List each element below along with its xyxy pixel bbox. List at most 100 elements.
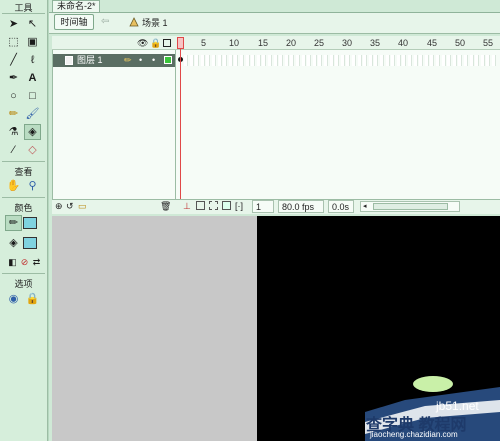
frame-cell[interactable]: [374, 55, 378, 66]
frame-cell[interactable]: [458, 55, 462, 66]
line-tool-icon[interactable]: ╱: [5, 52, 22, 68]
frame-cell[interactable]: [397, 55, 401, 66]
frame-cell[interactable]: [430, 55, 434, 66]
lasso-tool-icon[interactable]: ℓ: [24, 52, 41, 68]
eraser-tool-icon[interactable]: ◇: [24, 142, 41, 158]
frame-cell[interactable]: [313, 55, 317, 66]
frame-cell[interactable]: [251, 55, 255, 66]
frame-cell[interactable]: [425, 55, 429, 66]
timeline-toggle-button[interactable]: 时间轴: [54, 14, 94, 30]
insert-folder-icon[interactable]: ▭: [78, 201, 87, 212]
frame-cell[interactable]: [195, 55, 199, 66]
layer-visibility-dot-icon[interactable]: •: [139, 54, 142, 67]
subselection-tool-icon[interactable]: ↖: [24, 16, 41, 32]
frame-cell[interactable]: [419, 55, 423, 66]
frame-cell[interactable]: [246, 55, 250, 66]
frame-cell[interactable]: [234, 55, 238, 66]
onion-skin-icon[interactable]: [196, 201, 205, 210]
fill-color-swatch[interactable]: [23, 237, 37, 249]
text-tool-icon[interactable]: A: [24, 70, 41, 86]
frame-cell[interactable]: [274, 55, 278, 66]
frame-cell[interactable]: [447, 55, 451, 66]
frame-cell[interactable]: [212, 55, 216, 66]
frame-cell[interactable]: [341, 55, 345, 66]
frame-cell[interactable]: [201, 55, 205, 66]
frame-cell[interactable]: [486, 55, 490, 66]
scrollbar-thumb[interactable]: [373, 203, 448, 210]
lock-all-icon[interactable]: 🔒: [150, 38, 161, 49]
frame-cell[interactable]: [335, 55, 339, 66]
gap-size-icon[interactable]: ◉: [5, 291, 22, 307]
back-arrow-icon[interactable]: ⇦: [101, 16, 109, 27]
frame-cell[interactable]: [369, 55, 373, 66]
modify-onion-markers-icon[interactable]: [·]: [235, 201, 243, 211]
frame-cell[interactable]: [408, 55, 412, 66]
frame-cell[interactable]: [380, 55, 384, 66]
selection-tool-icon[interactable]: ➤: [5, 16, 22, 32]
frame-cell[interactable]: [492, 55, 496, 66]
zoom-tool-icon[interactable]: ⚲: [24, 178, 41, 194]
edit-multiple-frames-icon[interactable]: [222, 201, 231, 210]
frame-cell[interactable]: [206, 55, 210, 66]
frame-cell[interactable]: [414, 55, 418, 66]
paint-bucket-tool-icon[interactable]: ◈: [24, 124, 41, 140]
frame-cell[interactable]: [240, 55, 244, 66]
insert-layer-icon[interactable]: ⊕: [55, 201, 63, 212]
frame-cell[interactable]: [296, 55, 300, 66]
layer-name[interactable]: 图层 1: [77, 54, 103, 67]
frame-cell[interactable]: [402, 55, 406, 66]
frame-cell[interactable]: [279, 55, 283, 66]
frame-cell[interactable]: [290, 55, 294, 66]
oval-tool-icon[interactable]: ○: [5, 88, 22, 104]
pencil-tool-icon[interactable]: ✏: [5, 106, 22, 122]
frame-cell[interactable]: [442, 55, 446, 66]
frame-cell[interactable]: [285, 55, 289, 66]
free-transform-tool-icon[interactable]: ⬚: [5, 34, 22, 50]
frame-cell[interactable]: [346, 55, 350, 66]
eyedropper-tool-icon[interactable]: ⁄: [5, 142, 22, 158]
frame-cell[interactable]: [262, 55, 266, 66]
playhead-handle[interactable]: [177, 37, 184, 49]
frame-cell[interactable]: [307, 55, 311, 66]
frame-rate[interactable]: 80.0 fps: [278, 200, 324, 213]
outline-toggle-icon[interactable]: [163, 39, 171, 47]
lock-fill-icon[interactable]: 🔒: [24, 291, 41, 307]
horizontal-scrollbar[interactable]: ◂: [360, 201, 460, 212]
frame-cell[interactable]: [391, 55, 395, 66]
center-frame-icon[interactable]: ⊥: [183, 201, 191, 212]
frame-cell[interactable]: [464, 55, 468, 66]
frame-cell[interactable]: [324, 55, 328, 66]
frame-cell[interactable]: [436, 55, 440, 66]
frame-cell[interactable]: [453, 55, 457, 66]
ink-bottle-tool-icon[interactable]: ⚗: [5, 124, 22, 140]
frame-cell[interactable]: [257, 55, 261, 66]
frame-cell[interactable]: [358, 55, 362, 66]
frame-cell[interactable]: [352, 55, 356, 66]
document-tab[interactable]: 未命名-2*: [52, 0, 100, 12]
show-hide-eye-icon[interactable]: 👁: [137, 38, 148, 49]
hand-tool-icon[interactable]: ✋: [5, 178, 22, 194]
frame-cell[interactable]: [330, 55, 334, 66]
frame-cell[interactable]: [268, 55, 272, 66]
frame-cell[interactable]: [386, 55, 390, 66]
layer-lock-dot-icon[interactable]: •: [152, 54, 155, 67]
scroll-left-icon[interactable]: ◂: [363, 203, 367, 211]
scene-label[interactable]: 场景 1: [142, 16, 168, 29]
frame-cell[interactable]: [218, 55, 222, 66]
onion-skin-outlines-icon[interactable]: [209, 201, 218, 210]
frame-cell[interactable]: [318, 55, 322, 66]
stroke-color-swatch[interactable]: [23, 217, 37, 229]
fill-color-bucket-icon[interactable]: ◈: [5, 235, 22, 251]
stroke-color-pencil-icon[interactable]: ✏: [5, 215, 22, 231]
delete-layer-icon[interactable]: 🗑: [160, 201, 171, 212]
frame-cell[interactable]: [470, 55, 474, 66]
brush-tool-icon[interactable]: 🖌: [24, 106, 41, 122]
pen-tool-icon[interactable]: ✒: [5, 70, 22, 86]
frame-cell[interactable]: [190, 55, 194, 66]
frame-cell[interactable]: [475, 55, 479, 66]
gradient-transform-tool-icon[interactable]: ▣: [24, 34, 41, 50]
rectangle-tool-icon[interactable]: □: [24, 88, 41, 104]
frame-cell[interactable]: [223, 55, 227, 66]
frame-cell[interactable]: [229, 55, 233, 66]
frame-cell[interactable]: [302, 55, 306, 66]
